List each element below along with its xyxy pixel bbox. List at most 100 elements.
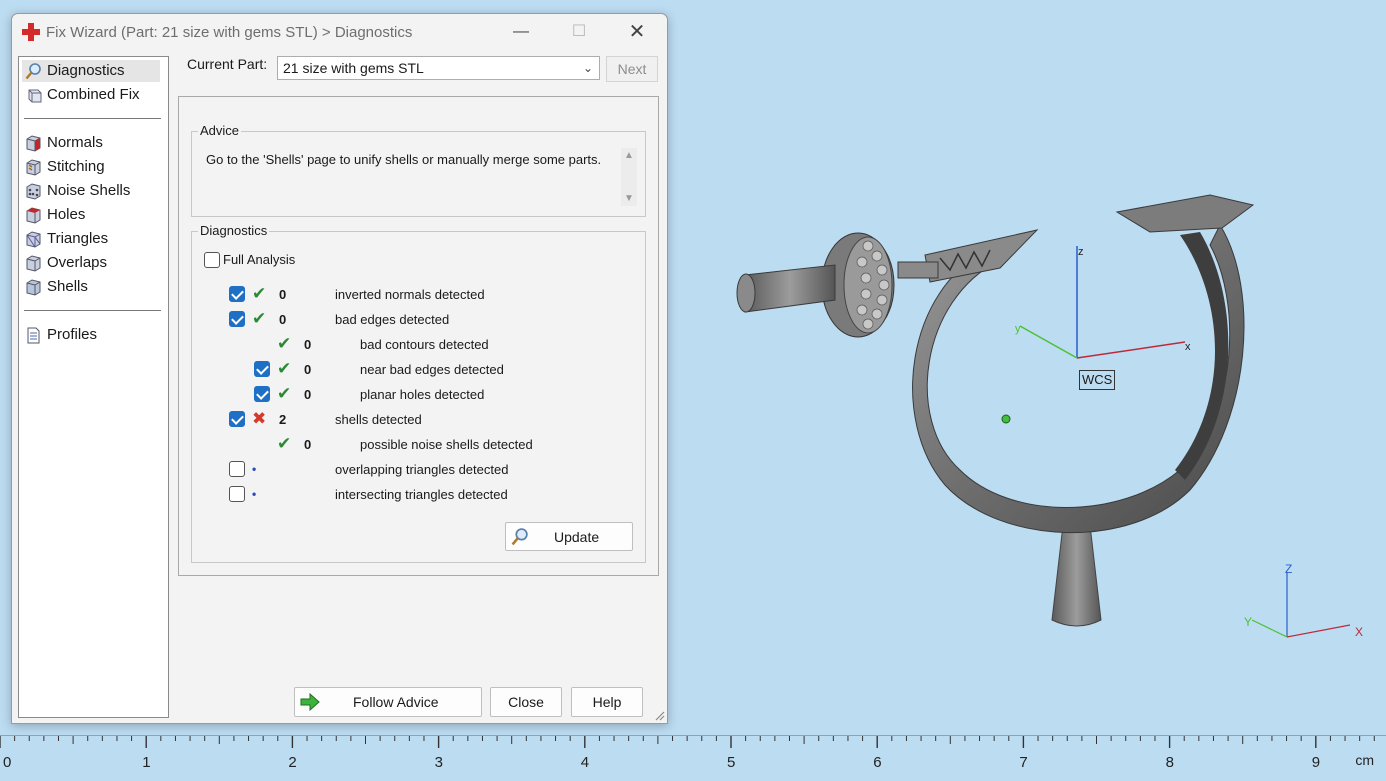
follow-advice-label: Follow Advice bbox=[353, 694, 439, 710]
current-part-label: Current Part: bbox=[187, 56, 268, 72]
sidebar-item-shells[interactable]: Shells bbox=[22, 276, 160, 298]
normals-cube-icon bbox=[26, 135, 41, 152]
diagnostics-title: Diagnostics bbox=[198, 223, 270, 238]
magnifier-icon bbox=[511, 528, 528, 546]
advice-group: Advice Go to the 'Shells' page to unify … bbox=[191, 123, 646, 217]
sidebar-item-label: Profiles bbox=[47, 326, 98, 343]
sidebar-item-combined-fix[interactable]: Combined Fix bbox=[22, 84, 160, 106]
ruler-number: 0 bbox=[3, 754, 12, 771]
sidebar-item-label: Holes bbox=[47, 206, 86, 223]
sidebar-item-diagnostics[interactable]: Diagnostics bbox=[22, 60, 160, 82]
stitching-cube-icon bbox=[26, 159, 41, 176]
diagnostic-checkbox[interactable] bbox=[229, 286, 245, 302]
scroll-up-icon[interactable]: ▲ bbox=[621, 150, 637, 161]
diagnostic-count: 0 bbox=[304, 387, 312, 402]
maximize-button[interactable]: ☐ bbox=[557, 18, 601, 46]
check-mark-icon: ✔ bbox=[252, 309, 267, 328]
ruler-unit: cm bbox=[1355, 752, 1374, 768]
ruler-number: 3 bbox=[434, 754, 443, 771]
sidebar-item-label: Diagnostics bbox=[47, 62, 125, 79]
ruler: 0 1 2 3 4 5 6 7 8 9 cm bbox=[0, 735, 1386, 780]
resize-grip-icon[interactable] bbox=[653, 709, 665, 721]
document-icon bbox=[27, 327, 40, 344]
ruler-number: 8 bbox=[1165, 754, 1174, 771]
sidebar-item-overlaps[interactable]: Overlaps bbox=[22, 252, 160, 274]
pivot-point bbox=[1001, 414, 1011, 424]
ruler-number: 5 bbox=[727, 754, 736, 771]
wizard-sidebar: Diagnostics Combined Fix Normals Stitchi… bbox=[18, 56, 169, 718]
sidebar-item-noise-shells[interactable]: Noise Shells bbox=[22, 180, 160, 202]
diagnostic-checkbox[interactable] bbox=[254, 361, 270, 377]
close-window-button[interactable]: ✕ bbox=[615, 18, 659, 46]
diagnostic-count: 0 bbox=[304, 362, 312, 377]
advice-title: Advice bbox=[198, 123, 242, 138]
diagnostic-label: shells detected bbox=[335, 412, 422, 427]
pending-dot-icon: • bbox=[252, 462, 257, 476]
diagnostic-label: near bad edges detected bbox=[360, 362, 504, 377]
minimize-button[interactable]: — bbox=[499, 18, 543, 46]
help-button[interactable]: Help bbox=[571, 687, 643, 717]
check-mark-icon: ✔ bbox=[277, 434, 292, 453]
sidebar-item-holes[interactable]: Holes bbox=[22, 204, 160, 226]
triangles-cube-icon bbox=[26, 231, 41, 248]
ruler-number: 1 bbox=[142, 754, 151, 771]
wcs-x-label: x bbox=[1185, 341, 1191, 353]
corner-y-label: Y bbox=[1244, 615, 1252, 629]
current-part-value: 21 size with gems STL bbox=[283, 60, 424, 76]
sidebar-item-label: Triangles bbox=[47, 230, 109, 247]
update-label: Update bbox=[554, 529, 600, 545]
advice-scrollbar[interactable]: ▲ ▼ bbox=[621, 148, 637, 206]
sidebar-divider bbox=[24, 118, 161, 119]
update-button[interactable]: Update bbox=[505, 522, 633, 551]
sidebar-divider bbox=[24, 310, 161, 311]
current-part-dropdown[interactable]: 21 size with gems STL ⌄ bbox=[277, 56, 600, 80]
corner-x-label: X bbox=[1355, 625, 1363, 639]
ruler-number: 9 bbox=[1311, 754, 1321, 771]
fix-wizard-dialog: Fix Wizard (Part: 21 size with gems STL)… bbox=[11, 13, 668, 724]
overlaps-cube-icon bbox=[26, 255, 41, 272]
wcs-y-label: y bbox=[1015, 323, 1021, 335]
title-bar[interactable]: Fix Wizard (Part: 21 size with gems STL)… bbox=[12, 14, 667, 50]
top-prong-left bbox=[924, 229, 1039, 283]
diagnostic-count: 0 bbox=[304, 437, 312, 452]
diagnostic-label: intersecting triangles detected bbox=[335, 487, 508, 502]
ruler-number: 4 bbox=[580, 754, 590, 771]
noise-shells-icon bbox=[26, 183, 41, 200]
follow-advice-button[interactable]: Follow Advice bbox=[294, 687, 482, 717]
advice-textbox[interactable]: Go to the 'Shells' page to unify shells … bbox=[198, 146, 639, 208]
diagnostic-label: bad edges detected bbox=[335, 312, 450, 327]
next-button[interactable]: Next bbox=[606, 56, 658, 82]
diagnostic-checkbox[interactable] bbox=[229, 411, 245, 427]
check-mark-icon: ✔ bbox=[277, 359, 292, 378]
full-analysis-checkbox[interactable] bbox=[204, 252, 220, 268]
advice-text: Go to the 'Shells' page to unify shells … bbox=[206, 152, 602, 167]
sidebar-item-normals[interactable]: Normals bbox=[22, 132, 160, 154]
diagnostic-count: 0 bbox=[279, 312, 287, 327]
diagnostics-panel: Advice Go to the 'Shells' page to unify … bbox=[178, 96, 659, 576]
diagnostic-count: 2 bbox=[279, 412, 287, 427]
cube-icon bbox=[28, 89, 42, 103]
error-x-icon: ✖ bbox=[252, 409, 267, 428]
check-mark-icon: ✔ bbox=[277, 334, 292, 353]
sidebar-item-profiles[interactable]: Profiles bbox=[22, 324, 160, 346]
diagnostic-checkbox[interactable] bbox=[229, 311, 245, 327]
diagnostic-checkbox[interactable] bbox=[229, 461, 245, 477]
ruler-number: 7 bbox=[1019, 754, 1028, 771]
full-analysis-label: Full Analysis bbox=[223, 252, 296, 267]
diagnostic-checkbox[interactable] bbox=[254, 386, 270, 402]
diagnostic-label: overlapping triangles detected bbox=[335, 462, 509, 477]
diagnostic-label: planar holes detected bbox=[360, 387, 485, 402]
ruler-number: 6 bbox=[873, 754, 882, 771]
scroll-down-icon[interactable]: ▼ bbox=[621, 193, 637, 204]
sidebar-item-triangles[interactable]: Triangles bbox=[22, 228, 160, 250]
shells-cube-icon bbox=[26, 279, 41, 296]
corner-axes bbox=[1251, 572, 1351, 638]
diagnostic-label: possible noise shells detected bbox=[360, 437, 533, 452]
sidebar-item-label: Stitching bbox=[47, 158, 105, 175]
diagnostic-checkbox[interactable] bbox=[229, 486, 245, 502]
sidebar-item-stitching[interactable]: Stitching bbox=[22, 156, 160, 178]
close-button[interactable]: Close bbox=[490, 687, 562, 717]
ruler-number: 2 bbox=[288, 754, 297, 771]
wcs-axes bbox=[1019, 246, 1186, 359]
diagnostic-count: 0 bbox=[304, 337, 312, 352]
